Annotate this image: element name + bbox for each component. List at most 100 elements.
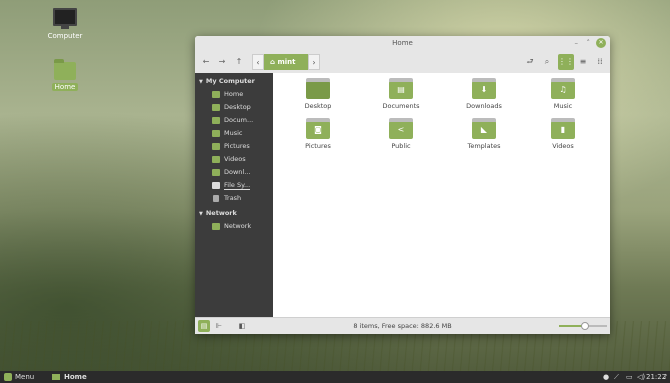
desktop-icon-label: Computer (47, 32, 83, 40)
file-item-videos[interactable]: ▮ Videos (538, 118, 588, 150)
videos-folder-icon: ▮ (551, 118, 575, 139)
file-item-pictures[interactable]: ◙ Pictures (293, 118, 343, 150)
battery-icon[interactable]: ▭ (626, 371, 633, 383)
sidebar-item-label: File Sy... (224, 181, 251, 190)
file-item-label: Documents (382, 102, 420, 110)
status-text: 8 items, Free space: 882.6 MB (353, 322, 452, 330)
sidebar-item-label: Downl... (224, 168, 251, 176)
taskbar-item-home[interactable]: Home (52, 371, 87, 383)
breadcrumb: ‹ ⌂ mint › (252, 54, 320, 70)
user-icon[interactable]: ● (603, 371, 609, 383)
sidebar-item-downloads[interactable]: Downl... (195, 166, 273, 179)
file-item-label: Music (553, 102, 573, 110)
file-item-documents[interactable]: ▤ Documents (376, 78, 426, 110)
expand-triangle-icon: ▼ (199, 211, 203, 217)
sidebar-item-label: Videos (224, 155, 246, 163)
up-button[interactable]: ↑ (232, 54, 246, 70)
network-icon (212, 223, 220, 230)
file-item-label: Templates (467, 142, 501, 150)
sidebar-item-label: Network (224, 222, 252, 230)
desktop-icon-home[interactable]: Home (45, 59, 85, 91)
sidebar-section-my-computer[interactable]: ▼ My Computer (195, 75, 273, 88)
zoom-slider[interactable] (559, 322, 607, 330)
folder-icon (52, 374, 60, 380)
sidebar: ▼ My Computer Home Desktop Docum... Music… (195, 73, 273, 318)
sidebar-item-videos[interactable]: Videos (195, 153, 273, 166)
home-icon (212, 91, 220, 98)
taskbar-item-label: Home (64, 373, 87, 381)
music-folder-icon: ♫ (551, 78, 575, 99)
file-item-label: Videos (552, 142, 574, 150)
breadcrumb-next-button[interactable]: › (308, 54, 320, 70)
file-item-templates[interactable]: ◣ Templates (459, 118, 509, 150)
music-icon[interactable]: ♪ (663, 371, 667, 383)
sidebar-item-label: Trash (224, 194, 242, 202)
trash-icon (213, 195, 219, 202)
sidebar-section-title: My Computer (205, 77, 255, 85)
sidebar-item-label: Pictures (224, 142, 250, 150)
sidebar-item-home[interactable]: Home (195, 88, 273, 101)
pictures-folder-icon (212, 143, 220, 150)
sidebar-item-label: Docum... (224, 116, 254, 124)
mint-logo-icon (4, 373, 12, 381)
file-item-downloads[interactable]: ⬇ Downloads (459, 78, 509, 110)
taskbar: Menu Home ● ⟋ ▭ ◁) 21:22 ♪ (0, 371, 670, 383)
sidebar-item-label: Music (224, 129, 243, 137)
icon-view-button[interactable]: ⋮⋮ (558, 54, 574, 70)
places-sidebar-button[interactable]: ▤ (198, 320, 210, 332)
sidebar-item-desktop[interactable]: Desktop (195, 101, 273, 114)
sidebar-item-file-system[interactable]: File Sy... (195, 179, 273, 192)
file-item-public[interactable]: < Public (376, 118, 426, 150)
back-button[interactable]: ← (199, 54, 213, 70)
file-item-music[interactable]: ♫ Music (538, 78, 588, 110)
close-button[interactable]: ✕ (596, 38, 606, 48)
desktop-icon-computer[interactable]: Computer (45, 8, 85, 40)
public-folder-icon: < (389, 118, 413, 139)
sidebar-item-documents[interactable]: Docum... (195, 114, 273, 127)
toolbar: ← → ↑ ‹ ⌂ mint › ⮐ ⌕ ⋮⋮ ≡ ⁞⁞ (195, 51, 610, 74)
menu-button[interactable]: Menu (4, 371, 34, 383)
tree-sidebar-button[interactable]: ⊩ (213, 320, 225, 332)
window-title: Home (392, 39, 413, 47)
downloads-folder-icon: ⬇ (472, 78, 496, 99)
sidebar-item-music[interactable]: Music (195, 127, 273, 140)
pictures-folder-icon: ◙ (306, 118, 330, 139)
maximize-button[interactable]: ˄ (587, 36, 591, 51)
sidebar-item-label: Desktop (224, 103, 251, 111)
home-folder-icon (54, 59, 76, 80)
compact-view-button[interactable]: ⁞⁞ (592, 54, 608, 70)
desktop-folder-icon (306, 78, 330, 99)
toggle-location-button[interactable]: ⮐ (523, 54, 537, 70)
videos-folder-icon (212, 156, 220, 163)
forward-button[interactable]: → (215, 54, 229, 70)
minimize-button[interactable]: – (575, 36, 579, 51)
window-titlebar[interactable]: Home – ˄ ✕ (195, 36, 610, 51)
network-icon[interactable]: ⟋ (614, 371, 619, 383)
templates-folder-icon: ◣ (472, 118, 496, 139)
menu-label: Menu (15, 373, 35, 381)
file-view[interactable]: Desktop ▤ Documents ⬇ Downloads ♫ Music … (273, 73, 610, 318)
file-manager-window: Home – ˄ ✕ ← → ↑ ‹ ⌂ mint › ⮐ ⌕ ⋮⋮ ≡ ⁞⁞ … (195, 36, 610, 334)
toggle-sidebar-button[interactable]: ◧ (236, 320, 248, 332)
file-item-label: Public (391, 142, 411, 150)
breadcrumb-prev-button[interactable]: ‹ (252, 54, 264, 70)
expand-triangle-icon: ▼ (199, 79, 203, 85)
file-item-desktop[interactable]: Desktop (293, 78, 343, 110)
sidebar-item-network[interactable]: Network (195, 220, 273, 233)
computer-icon (53, 8, 77, 29)
list-view-button[interactable]: ≡ (575, 54, 591, 70)
volume-icon[interactable]: ◁) (637, 371, 645, 383)
sidebar-item-pictures[interactable]: Pictures (195, 140, 273, 153)
downloads-folder-icon (212, 169, 220, 176)
search-button[interactable]: ⌕ (540, 54, 554, 70)
sidebar-section-title: Network (205, 209, 237, 217)
documents-folder-icon (212, 117, 220, 124)
sidebar-section-network[interactable]: ▼ Network (195, 207, 273, 220)
desktop-folder-icon (212, 104, 220, 111)
breadcrumb-item-mint[interactable]: ⌂ mint (264, 54, 308, 70)
music-folder-icon (212, 130, 220, 137)
statusbar: 8 items, Free space: 882.6 MB ▤ ⊩ ◧ (195, 317, 610, 334)
file-item-label: Downloads (466, 102, 502, 110)
sidebar-item-trash[interactable]: Trash (195, 192, 273, 205)
file-item-label: Pictures (305, 142, 331, 150)
